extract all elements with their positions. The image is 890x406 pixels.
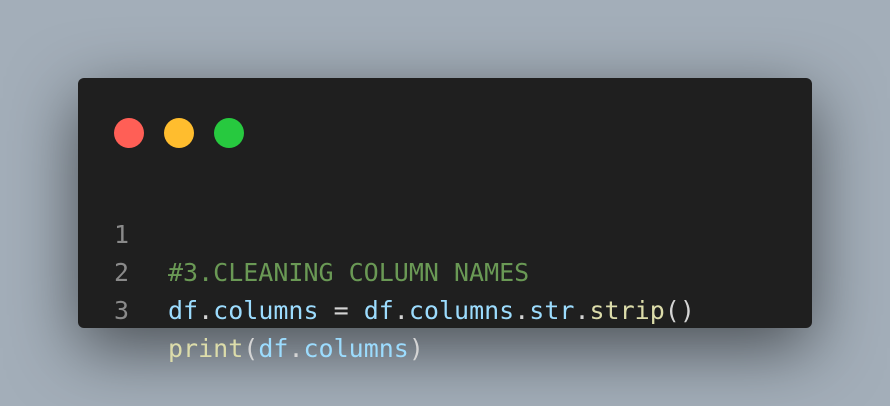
minimize-icon[interactable] <box>164 118 194 148</box>
close-icon[interactable] <box>114 118 144 148</box>
code-token: print <box>168 334 244 363</box>
code-token: ( <box>243 334 259 363</box>
code-token: columns <box>408 296 515 325</box>
code-token: columns <box>213 296 319 325</box>
code-token: df <box>168 296 199 325</box>
code-token: . <box>198 296 214 325</box>
maximize-icon[interactable] <box>214 118 244 148</box>
code-token: . <box>514 296 530 325</box>
code-token: . <box>288 334 304 363</box>
code-token: ) <box>408 334 424 363</box>
code-token: columns <box>303 334 409 363</box>
code-token: = <box>318 296 364 325</box>
code-token: str <box>529 296 575 325</box>
code-text: df.columns = df.columns.str.strip() <box>168 292 695 330</box>
code-token: df <box>363 296 394 325</box>
code-line: 3 print(df.columns) <box>78 254 812 363</box>
code-token: strip <box>589 296 665 325</box>
code-token: . <box>574 296 590 325</box>
code-token: () <box>664 296 695 325</box>
code-token: df <box>258 334 289 363</box>
code-line: 1 #3.CLEANING COLUMN NAMES <box>78 178 812 287</box>
code-block: 1 #3.CLEANING COLUMN NAMES 2 df.columns … <box>78 178 812 363</box>
code-line: 2 df.columns = df.columns.str.strip() <box>78 216 812 325</box>
line-number: 3 <box>114 296 130 325</box>
code-window: 1 #3.CLEANING COLUMN NAMES 2 df.columns … <box>78 78 812 363</box>
code-text: print(df.columns) <box>168 330 424 368</box>
code-token: . <box>393 296 409 325</box>
